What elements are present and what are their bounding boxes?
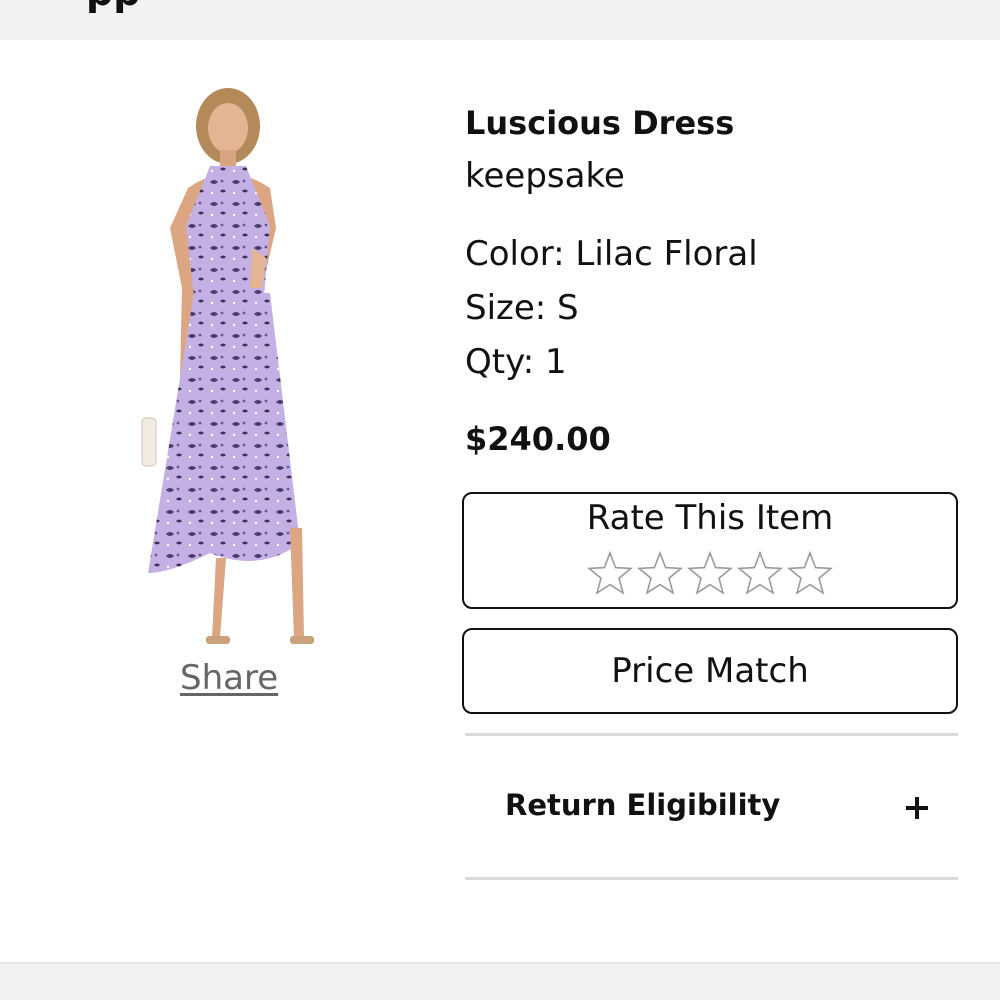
rate-item-box: Rate This Item	[462, 492, 958, 609]
product-size: Size: S	[465, 288, 579, 328]
plus-icon[interactable]	[903, 794, 931, 822]
product-price: $240.00	[465, 420, 611, 458]
product-color: Color: Lilac Floral	[465, 234, 758, 274]
section-divider	[0, 962, 1000, 964]
price-match-button[interactable]: Price Match	[462, 628, 958, 714]
star-rating	[464, 550, 956, 596]
rate-item-title: Rate This Item	[586, 498, 834, 538]
star-icon[interactable]	[737, 550, 783, 596]
divider	[465, 877, 958, 880]
product-quantity: Qty: 1	[465, 342, 567, 382]
star-icon[interactable]	[787, 550, 833, 596]
star-icon[interactable]	[587, 550, 633, 596]
return-eligibility-label: Return Eligibility	[505, 788, 781, 822]
share-link[interactable]: Share	[180, 658, 278, 698]
product-image[interactable]	[140, 88, 330, 658]
product-title: Luscious Dress	[465, 104, 735, 142]
star-icon[interactable]	[637, 550, 683, 596]
cropped-heading-fragment: pp	[86, 0, 140, 14]
return-eligibility-toggle[interactable]: Return Eligibility	[465, 736, 958, 877]
star-icon[interactable]	[687, 550, 733, 596]
top-bar: pp	[0, 0, 1000, 40]
product-brand: keepsake	[465, 156, 625, 196]
